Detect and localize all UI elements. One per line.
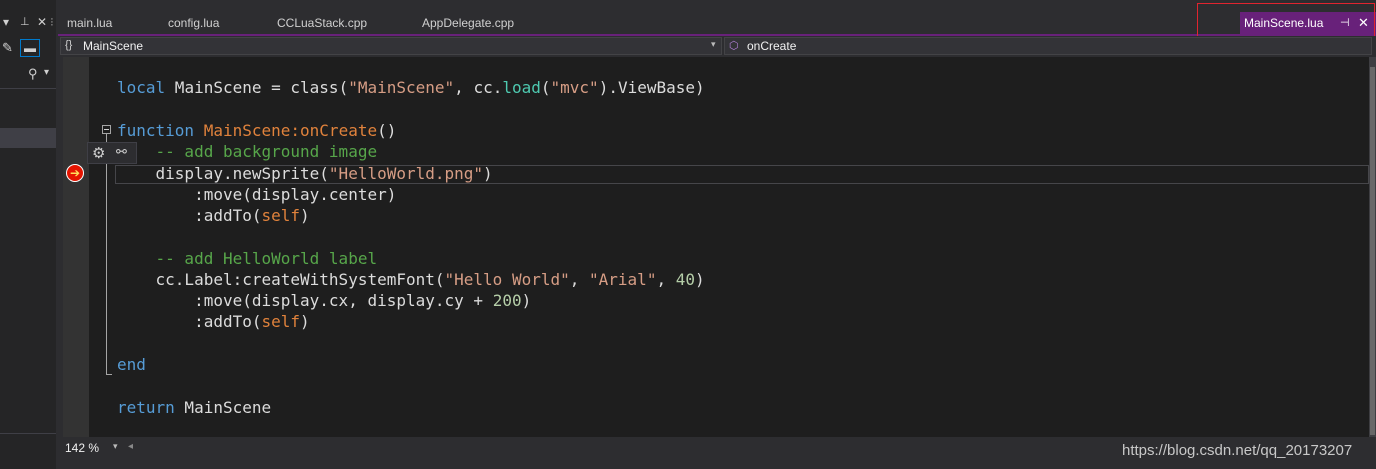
watermark-text: https://blog.csdn.net/qq_20173207 bbox=[1122, 442, 1353, 459]
left-panel-toolbar: ✎ ▬ bbox=[0, 38, 56, 60]
left-panel-selected-row[interactable] bbox=[0, 128, 56, 148]
code-line-3: function MainScene:onCreate() bbox=[117, 121, 397, 140]
zoom-dropdown[interactable]: 142 % ▾ bbox=[63, 438, 123, 458]
code-line-10: cc.Label:createWithSystemFont("Hello Wor… bbox=[117, 270, 705, 289]
scope-label: MainScene bbox=[83, 39, 144, 53]
left-panel-search[interactable]: ⚲ ▾ bbox=[0, 64, 56, 86]
search-dropdown-icon[interactable]: ▾ bbox=[44, 67, 49, 78]
panel-dropdown-icon[interactable]: ▾ bbox=[3, 15, 9, 29]
code-line-11: :move(display.cx, display.cy + 200) bbox=[117, 291, 532, 310]
zoom-level: 142 % bbox=[65, 441, 100, 455]
code-line-5: display.newSprite("HelloWorld.png") bbox=[117, 164, 493, 183]
wrench-icon[interactable]: ✎ bbox=[2, 40, 13, 56]
code-line-1: local MainScene = class("MainScene", cc.… bbox=[117, 78, 705, 97]
tab-cclua-stack-cpp[interactable]: CCLuaStack.cpp bbox=[277, 16, 367, 30]
tab-appdelegate-cpp[interactable]: AppDelegate.cpp bbox=[422, 16, 514, 30]
indicator-margin[interactable] bbox=[63, 57, 89, 437]
collapse-all-icon[interactable]: ▬ bbox=[20, 39, 40, 57]
code-line-4: -- add background image bbox=[117, 142, 378, 161]
code-line-7: :addTo(self) bbox=[117, 206, 310, 225]
panel-close-icon[interactable]: ✕ bbox=[37, 15, 47, 29]
scope-dropdown[interactable]: {} MainScene ▾ bbox=[60, 37, 722, 55]
scroll-left-icon[interactable]: ◂ bbox=[128, 441, 133, 452]
scope-icon: {} bbox=[65, 39, 73, 51]
tab-main-lua[interactable]: main.lua bbox=[67, 16, 112, 30]
document-tab-strip: main.lua config.lua CCLuaStack.cpp AppDe… bbox=[58, 12, 1376, 34]
outline-guide-end bbox=[106, 374, 112, 375]
current-statement-arrow-icon: ➔ bbox=[70, 166, 81, 180]
code-line-16: return MainScene bbox=[117, 398, 272, 417]
breakpoint-icon[interactable]: ➔ bbox=[66, 164, 84, 182]
navigation-bar: {} MainScene ▾ ⬡ onCreate bbox=[58, 36, 1376, 56]
gear-icon[interactable]: ⚙ bbox=[92, 144, 105, 162]
outline-guide bbox=[106, 134, 107, 375]
chevron-down-icon: ▾ bbox=[711, 39, 716, 49]
member-label: onCreate bbox=[747, 39, 797, 53]
left-panel-bottom-divider bbox=[0, 433, 56, 434]
pin-icon[interactable]: ⊥ bbox=[20, 15, 30, 28]
left-tool-panel: ▾ ⊥ ✕ ⁝ ✎ ▬ ⚲ ▾ bbox=[0, 0, 56, 469]
zoom-chevron-down-icon: ▾ bbox=[113, 441, 118, 451]
vertical-scrollbar-thumb[interactable] bbox=[1370, 67, 1375, 435]
code-editor[interactable]: ➔ ⚙ ⚯ local MainScene = class("MainScene… bbox=[63, 57, 1369, 437]
tab-config-lua[interactable]: config.lua bbox=[168, 16, 219, 30]
left-panel-header: ▾ ⊥ ✕ ⁝ bbox=[0, 14, 56, 34]
overflow-icon: ⁝ bbox=[50, 15, 54, 29]
member-dropdown[interactable]: ⬡ onCreate bbox=[724, 37, 1372, 55]
code-line-9: -- add HelloWorld label bbox=[117, 249, 378, 268]
code-line-12: :addTo(self) bbox=[117, 312, 310, 331]
method-icon: ⬡ bbox=[729, 40, 739, 52]
search-icon[interactable]: ⚲ bbox=[28, 66, 38, 82]
code-line-14: end bbox=[117, 355, 146, 374]
vertical-scrollbar[interactable] bbox=[1369, 57, 1376, 437]
collapse-outline-icon[interactable] bbox=[102, 125, 111, 134]
left-panel-divider bbox=[0, 88, 56, 89]
code-line-6: :move(display.center) bbox=[117, 185, 397, 204]
